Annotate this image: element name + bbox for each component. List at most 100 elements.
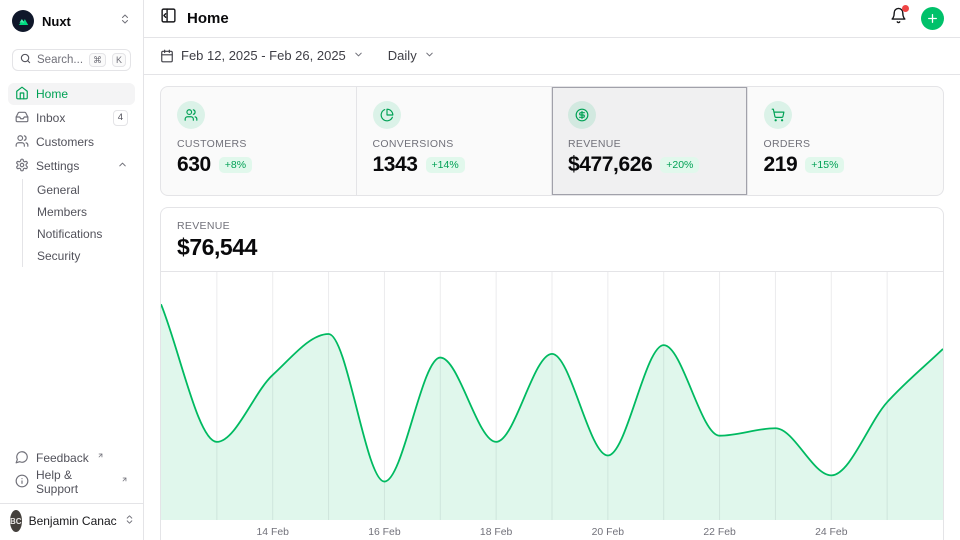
kbd-k: K	[112, 53, 126, 67]
chart-metric-value: $76,544	[177, 234, 927, 261]
info-icon	[15, 474, 29, 491]
svg-text:20 Feb: 20 Feb	[592, 527, 625, 538]
sidebar-item-security[interactable]: Security	[37, 245, 135, 267]
top-actions	[890, 7, 944, 30]
chevrons-up-down-icon	[124, 512, 135, 530]
panel-left-close-icon	[160, 7, 177, 29]
sidebar-item-notifications[interactable]: Notifications	[37, 223, 135, 245]
notifications-button[interactable]	[890, 7, 907, 29]
sidebar-item-label: Home	[36, 87, 68, 101]
stat-value: 630	[177, 153, 211, 177]
top-bar: Home	[144, 0, 960, 38]
stat-change-badge: +15%	[805, 157, 844, 173]
stat-label: REVENUE	[568, 138, 731, 150]
sub-item-label: General	[37, 183, 80, 197]
svg-text:16 Feb: 16 Feb	[368, 527, 401, 538]
feedback-link[interactable]: Feedback	[8, 447, 135, 469]
svg-text:18 Feb: 18 Feb	[480, 527, 513, 538]
sidebar-footer: Feedback Help & Support	[0, 447, 143, 499]
chart-body: 14 Feb 16 Feb 18 Feb 20 Feb 22 Feb 24 Feb	[161, 272, 943, 540]
workspace-selector[interactable]: Nuxt	[0, 6, 143, 36]
content: CUSTOMERS 630 +8% CONVERSIONS 1343 +14%	[144, 75, 960, 540]
sidebar-item-settings[interactable]: Settings	[8, 155, 135, 177]
search-input[interactable]: Search... ⌘ K	[12, 49, 131, 71]
chevrons-up-down-icon	[119, 12, 131, 30]
stat-card-conversions[interactable]: CONVERSIONS 1343 +14%	[357, 87, 553, 195]
stat-card-customers[interactable]: CUSTOMERS 630 +8%	[161, 87, 357, 195]
chevron-up-icon	[117, 159, 128, 173]
stat-change-badge: +20%	[660, 157, 699, 173]
help-support-link[interactable]: Help & Support	[8, 471, 135, 493]
stat-label: CONVERSIONS	[373, 138, 536, 150]
search-icon	[20, 51, 31, 69]
sidebar: Nuxt Search... ⌘ K Home	[0, 0, 144, 540]
user-menu[interactable]: BC Benjamin Canac	[0, 503, 143, 540]
footer-link-label: Feedback	[36, 451, 89, 465]
sidebar-item-general[interactable]: General	[37, 179, 135, 201]
sidebar-item-members[interactable]: Members	[37, 201, 135, 223]
granularity-value: Daily	[388, 48, 417, 63]
stat-change-badge: +14%	[426, 157, 465, 173]
external-link-icon	[121, 472, 128, 486]
svg-text:24 Feb: 24 Feb	[815, 527, 848, 538]
svg-text:22 Feb: 22 Feb	[703, 527, 736, 538]
notification-dot	[902, 5, 909, 12]
nuxt-logo	[12, 10, 34, 32]
sub-item-label: Members	[37, 205, 87, 219]
date-range-value: Feb 12, 2025 - Feb 26, 2025	[181, 48, 346, 63]
external-link-icon	[97, 448, 104, 462]
chevron-down-icon	[353, 48, 364, 63]
circle-dollar-icon	[568, 101, 596, 129]
shopping-cart-icon	[764, 101, 792, 129]
sub-item-label: Notifications	[37, 227, 102, 241]
calendar-icon	[160, 49, 174, 63]
footer-link-label: Help & Support	[36, 468, 113, 496]
date-range-picker[interactable]: Feb 12, 2025 - Feb 26, 2025	[160, 48, 364, 63]
revenue-chart-card: REVENUE $76,544 14 Feb 16 Feb 18 Feb 20 Feb…	[160, 207, 944, 540]
stat-change-badge: +8%	[219, 157, 252, 173]
sidebar-item-home[interactable]: Home	[8, 83, 135, 105]
sidebar-nav: Home Inbox 4 Customers Settings	[0, 83, 143, 269]
stat-value: 1343	[373, 153, 418, 177]
revenue-area-chart[interactable]: 14 Feb 16 Feb 18 Feb 20 Feb 22 Feb 24 Feb	[161, 272, 943, 540]
gear-icon	[15, 158, 29, 175]
stat-card-orders[interactable]: ORDERS 219 +15%	[748, 87, 944, 195]
page-title: Home	[187, 10, 229, 27]
users-icon	[177, 101, 205, 129]
granularity-select[interactable]: Daily	[388, 48, 435, 63]
filters-toolbar: Feb 12, 2025 - Feb 26, 2025 Daily	[144, 38, 960, 75]
stat-label: CUSTOMERS	[177, 138, 340, 150]
collapse-sidebar-button[interactable]	[160, 7, 177, 29]
home-icon	[15, 86, 29, 103]
workspace-name: Nuxt	[42, 14, 71, 29]
add-button[interactable]	[921, 7, 944, 30]
stat-value: 219	[764, 153, 798, 177]
stats-row: CUSTOMERS 630 +8% CONVERSIONS 1343 +14%	[160, 86, 944, 196]
user-name: Benjamin Canac	[29, 514, 117, 528]
kbd-cmd: ⌘	[89, 53, 106, 67]
plus-icon	[926, 12, 939, 25]
chart-header: REVENUE $76,544	[161, 208, 943, 272]
search-placeholder: Search...	[37, 54, 83, 66]
stat-label: ORDERS	[764, 138, 928, 150]
sidebar-item-label: Settings	[36, 159, 79, 173]
avatar: BC	[10, 510, 22, 532]
inbox-count-badge: 4	[113, 110, 128, 127]
inbox-icon	[15, 110, 29, 127]
stat-card-revenue[interactable]: REVENUE $477,626 +20%	[552, 87, 748, 195]
chart-metric-label: REVENUE	[177, 220, 927, 232]
pie-chart-icon	[373, 101, 401, 129]
sidebar-item-label: Customers	[36, 135, 94, 149]
sidebar-item-label: Inbox	[36, 111, 65, 125]
users-icon	[15, 134, 29, 151]
settings-subnav: General Members Notifications Security	[22, 179, 135, 267]
message-circle-icon	[15, 450, 29, 467]
chevron-down-icon	[424, 48, 435, 63]
sub-item-label: Security	[37, 249, 80, 263]
dashboard-page: Nuxt Search... ⌘ K Home	[0, 0, 960, 540]
svg-text:14 Feb: 14 Feb	[257, 527, 290, 538]
main-area: Home Feb 12, 2	[144, 0, 960, 540]
stat-value: $477,626	[568, 153, 652, 177]
sidebar-item-inbox[interactable]: Inbox 4	[8, 107, 135, 129]
sidebar-item-customers[interactable]: Customers	[8, 131, 135, 153]
